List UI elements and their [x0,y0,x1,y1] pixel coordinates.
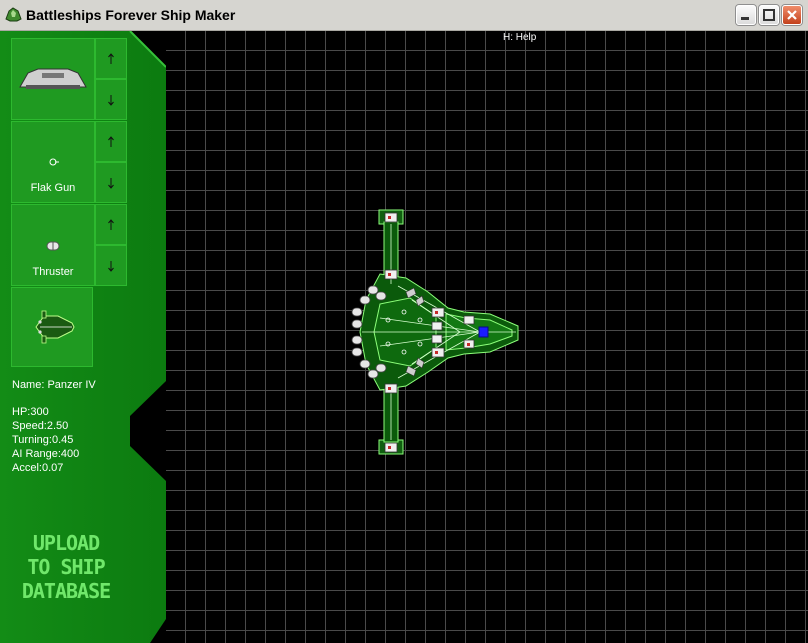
slot-label: Thruster [32,266,74,278]
close-button[interactable] [782,5,802,25]
minimize-icon [741,17,749,20]
minimize-button[interactable] [736,5,756,25]
slot-1-up-button[interactable] [95,38,127,79]
maximize-icon [763,9,775,21]
help-hint: H: Help [503,32,537,43]
ship-ai-range: AI Range:400 [12,448,80,460]
close-icon [787,10,797,20]
ship-accel: Accel:0.07 [12,462,64,474]
flak-gun-icon [49,158,59,166]
ship-hp: HP:300 [12,406,49,418]
slot-label: Flak Gun [30,182,76,194]
slot-1-down-button[interactable] [95,79,127,120]
upload-line-2: TO SHIP [27,555,105,579]
hull-icon [19,68,87,89]
maximize-button[interactable] [759,5,779,25]
arrow-up-icon [108,135,114,147]
title-bar: Battleships Forever Ship Maker [0,0,808,31]
ship-preview-icon [35,310,75,344]
slot-2-up-button[interactable] [95,121,127,162]
app-ship-icon [5,7,22,22]
window-title: Battleships Forever Ship Maker [26,7,236,23]
ship-speed: Speed:2.50 [12,420,69,432]
slot-3-up-button[interactable] [95,204,127,245]
upload-line-1: UPLOAD [32,531,100,555]
ship-name: Name: Panzer IV [12,379,96,391]
arrow-up-icon [108,52,114,64]
upload-line-3: DATABASE [21,579,111,603]
arrow-down-icon [108,260,114,272]
arrow-down-icon [108,94,114,106]
arrow-down-icon [108,177,114,189]
parts-panel: Flak Gun Thruster Name: Panzer IV HP:300… [0,31,166,643]
ship-turning: Turning:0.45 [12,434,74,446]
part-slot-flak-gun[interactable]: Flak Gun [11,121,95,203]
slot-3-down-button[interactable] [95,245,127,286]
thruster-icon [46,241,60,251]
part-slot-thruster[interactable]: Thruster [11,204,95,286]
part-slot-hull[interactable] [11,38,95,120]
arrow-up-icon [108,218,114,230]
upload-to-database-button[interactable]: UPLOAD TO SHIP DATABASE [18,531,114,603]
ship-preview-slot[interactable] [11,287,93,367]
ship-blueprint[interactable] [340,208,525,468]
slot-2-down-button[interactable] [95,162,127,203]
